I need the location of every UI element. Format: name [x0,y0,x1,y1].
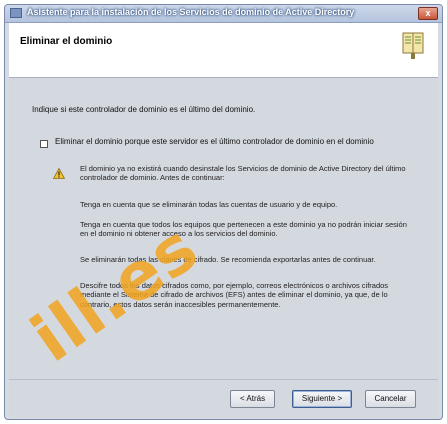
warning-text: El dominio ya no existirá cuando desinst… [80,164,406,183]
app-icon [10,8,22,18]
remove-domain-label[interactable]: Eliminar el dominio porque este servidor… [55,137,395,147]
intro-text: Indique si este controlador de dominio e… [32,105,256,114]
warning-icon [53,168,65,179]
remove-domain-checkbox[interactable] [40,140,48,148]
back-button[interactable]: < Atrás [230,390,275,408]
cancel-button[interactable]: Cancelar [365,390,416,408]
wizard-footer: < Atrás Siguiente > Cancelar [9,379,438,417]
note-accounts: Tenga en cuenta que se eliminarán todas … [80,200,338,209]
wizard-content: Indique si este controlador de dominio e… [9,78,438,379]
wizard-header: Eliminar el dominio [9,23,438,78]
note-decrypt: Descifre todos los datos cifrados como, … [80,281,389,309]
note-keys: Se eliminarán todas las claves de cifrad… [80,255,376,264]
title-bar[interactable]: Asistente para la instalación de los Ser… [5,5,442,23]
book-icon [402,32,424,59]
wizard-window: Asistente para la instalación de los Ser… [4,4,443,420]
next-button[interactable]: Siguiente > [292,390,352,408]
page-title: Eliminar el dominio [20,36,113,47]
close-icon[interactable]: x [418,7,438,20]
window-title: Asistente para la instalación de los Ser… [27,7,355,17]
note-computers: Tenga en cuenta que todos los equipos qu… [80,220,407,239]
